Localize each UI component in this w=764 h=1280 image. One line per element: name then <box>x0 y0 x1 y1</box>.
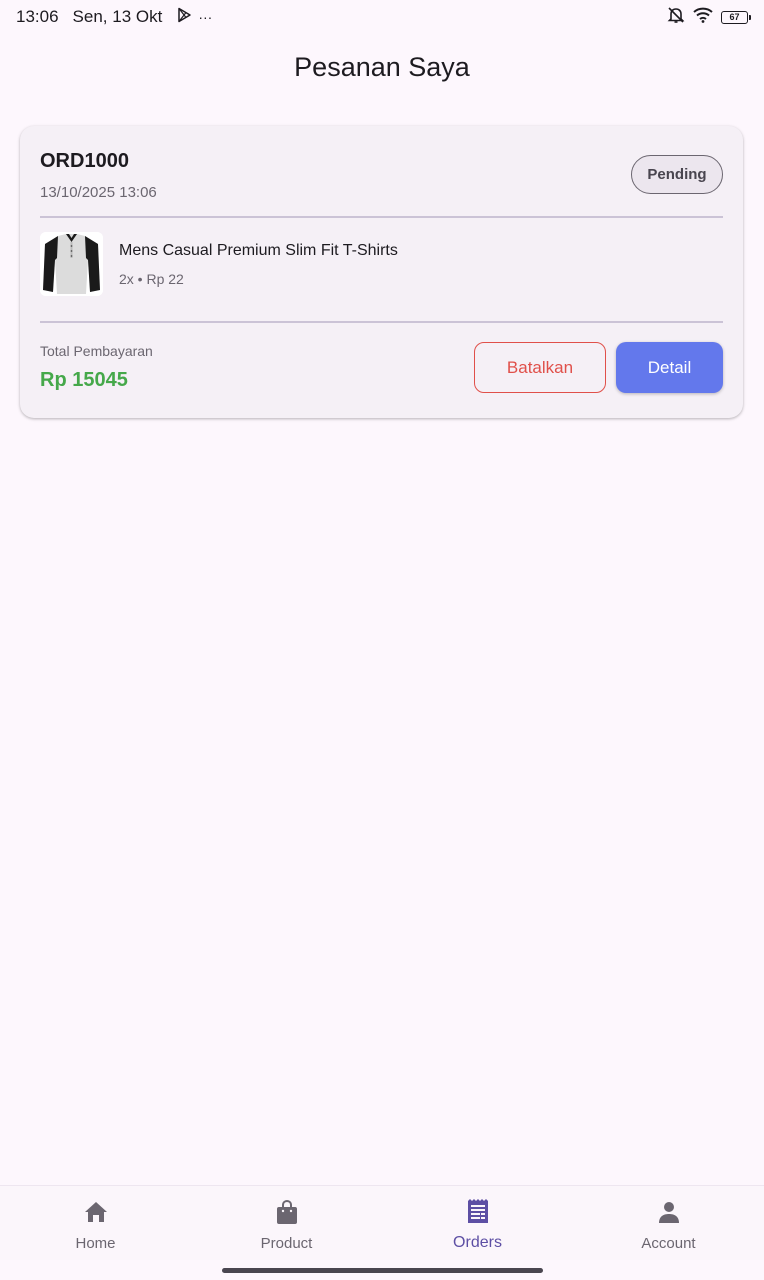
item-meta: 2x • Rp 22 <box>119 271 184 287</box>
bell-off-icon <box>667 6 685 29</box>
home-indicator[interactable] <box>222 1268 543 1273</box>
order-card[interactable]: ORD1000 13/10/2025 13:06 Pending Mens Ca… <box>20 126 743 418</box>
status-date: Sen, 13 Okt <box>72 7 163 26</box>
person-icon <box>657 1198 681 1226</box>
total-value: Rp 15045 <box>40 369 128 391</box>
order-date: 13/10/2025 13:06 <box>40 184 157 201</box>
divider <box>40 216 723 218</box>
receipt-icon <box>466 1198 490 1226</box>
cancel-button[interactable]: Batalkan <box>474 342 606 393</box>
nav-item-home[interactable]: Home <box>0 1186 191 1260</box>
order-id: ORD1000 <box>40 150 129 172</box>
page-title: Pesanan Saya <box>294 52 470 82</box>
bottom-nav: Home Product Orders Account <box>0 1185 764 1260</box>
nav-item-product[interactable]: Product <box>191 1186 382 1260</box>
shopping-bag-icon <box>275 1198 299 1226</box>
detail-button[interactable]: Detail <box>616 342 723 393</box>
divider <box>40 321 723 323</box>
status-more: ··· <box>198 9 213 25</box>
nav-label-home: Home <box>75 1235 116 1252</box>
play-store-icon <box>176 7 192 28</box>
nav-label-product: Product <box>260 1235 313 1252</box>
nav-item-orders[interactable]: Orders <box>382 1186 573 1260</box>
wifi-icon <box>693 7 713 28</box>
battery-icon: 67 <box>721 10 751 24</box>
item-name: Mens Casual Premium Slim Fit T-Shirts <box>119 242 398 259</box>
tshirt-image <box>40 232 103 296</box>
total-label: Total Pembayaran <box>40 343 153 359</box>
status-badge: Pending <box>631 155 723 194</box>
nav-label-orders: Orders <box>453 1234 502 1251</box>
nav-item-account[interactable]: Account <box>573 1186 764 1260</box>
home-icon <box>83 1198 109 1226</box>
nav-label-account: Account <box>641 1235 696 1252</box>
status-time: 13:06 <box>16 7 59 26</box>
status-bar: 13:06 Sen, 13 Okt ··· 67 <box>0 0 764 34</box>
